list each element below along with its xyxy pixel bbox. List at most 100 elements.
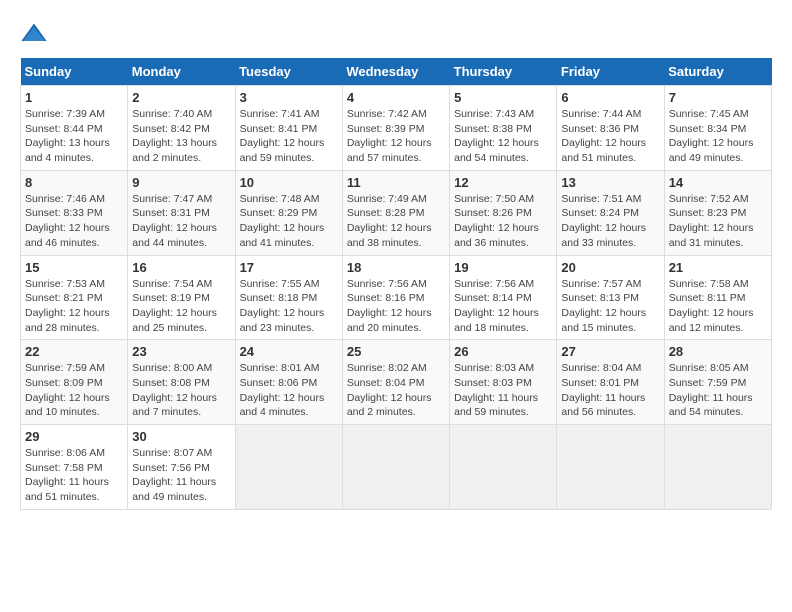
calendar-cell: 22 Sunrise: 7:59 AMSunset: 8:09 PMDaylig… — [21, 340, 128, 425]
calendar-cell: 8 Sunrise: 7:46 AMSunset: 8:33 PMDayligh… — [21, 170, 128, 255]
calendar-cell: 23 Sunrise: 8:00 AMSunset: 8:08 PMDaylig… — [128, 340, 235, 425]
day-number: 29 — [25, 429, 123, 444]
calendar-cell: 13 Sunrise: 7:51 AMSunset: 8:24 PMDaylig… — [557, 170, 664, 255]
calendar-cell: 7 Sunrise: 7:45 AMSunset: 8:34 PMDayligh… — [664, 86, 771, 171]
calendar-week-row: 15 Sunrise: 7:53 AMSunset: 8:21 PMDaylig… — [21, 255, 772, 340]
calendar-cell: 2 Sunrise: 7:40 AMSunset: 8:42 PMDayligh… — [128, 86, 235, 171]
day-info: Sunrise: 7:51 AMSunset: 8:24 PMDaylight:… — [561, 192, 659, 251]
day-number: 21 — [669, 260, 767, 275]
calendar-cell: 12 Sunrise: 7:50 AMSunset: 8:26 PMDaylig… — [450, 170, 557, 255]
day-info: Sunrise: 8:06 AMSunset: 7:58 PMDaylight:… — [25, 446, 123, 505]
day-info: Sunrise: 7:41 AMSunset: 8:41 PMDaylight:… — [240, 107, 338, 166]
calendar-cell: 29 Sunrise: 8:06 AMSunset: 7:58 PMDaylig… — [21, 425, 128, 510]
day-info: Sunrise: 7:58 AMSunset: 8:11 PMDaylight:… — [669, 277, 767, 336]
day-info: Sunrise: 7:44 AMSunset: 8:36 PMDaylight:… — [561, 107, 659, 166]
day-info: Sunrise: 8:03 AMSunset: 8:03 PMDaylight:… — [454, 361, 552, 420]
day-number: 4 — [347, 90, 445, 105]
day-info: Sunrise: 7:55 AMSunset: 8:18 PMDaylight:… — [240, 277, 338, 336]
calendar-cell: 16 Sunrise: 7:54 AMSunset: 8:19 PMDaylig… — [128, 255, 235, 340]
day-info: Sunrise: 7:53 AMSunset: 8:21 PMDaylight:… — [25, 277, 123, 336]
day-number: 13 — [561, 175, 659, 190]
day-info: Sunrise: 7:57 AMSunset: 8:13 PMDaylight:… — [561, 277, 659, 336]
day-info: Sunrise: 7:45 AMSunset: 8:34 PMDaylight:… — [669, 107, 767, 166]
day-number: 5 — [454, 90, 552, 105]
day-info: Sunrise: 7:46 AMSunset: 8:33 PMDaylight:… — [25, 192, 123, 251]
day-number: 25 — [347, 344, 445, 359]
calendar-cell: 24 Sunrise: 8:01 AMSunset: 8:06 PMDaylig… — [235, 340, 342, 425]
day-number: 9 — [132, 175, 230, 190]
calendar-cell — [557, 425, 664, 510]
day-number: 12 — [454, 175, 552, 190]
calendar-cell: 27 Sunrise: 8:04 AMSunset: 8:01 PMDaylig… — [557, 340, 664, 425]
day-number: 17 — [240, 260, 338, 275]
day-number: 1 — [25, 90, 123, 105]
day-header: Sunday — [21, 58, 128, 86]
calendar-cell: 21 Sunrise: 7:58 AMSunset: 8:11 PMDaylig… — [664, 255, 771, 340]
calendar-week-row: 29 Sunrise: 8:06 AMSunset: 7:58 PMDaylig… — [21, 425, 772, 510]
day-info: Sunrise: 7:54 AMSunset: 8:19 PMDaylight:… — [132, 277, 230, 336]
calendar-cell: 11 Sunrise: 7:49 AMSunset: 8:28 PMDaylig… — [342, 170, 449, 255]
calendar-table: SundayMondayTuesdayWednesdayThursdayFrid… — [20, 58, 772, 510]
day-number: 10 — [240, 175, 338, 190]
calendar-cell: 1 Sunrise: 7:39 AMSunset: 8:44 PMDayligh… — [21, 86, 128, 171]
calendar-cell: 28 Sunrise: 8:05 AMSunset: 7:59 PMDaylig… — [664, 340, 771, 425]
day-info: Sunrise: 7:56 AMSunset: 8:16 PMDaylight:… — [347, 277, 445, 336]
day-info: Sunrise: 8:05 AMSunset: 7:59 PMDaylight:… — [669, 361, 767, 420]
day-info: Sunrise: 7:40 AMSunset: 8:42 PMDaylight:… — [132, 107, 230, 166]
day-info: Sunrise: 7:56 AMSunset: 8:14 PMDaylight:… — [454, 277, 552, 336]
day-header: Tuesday — [235, 58, 342, 86]
day-number: 14 — [669, 175, 767, 190]
day-header: Saturday — [664, 58, 771, 86]
day-info: Sunrise: 7:47 AMSunset: 8:31 PMDaylight:… — [132, 192, 230, 251]
day-number: 8 — [25, 175, 123, 190]
day-info: Sunrise: 7:43 AMSunset: 8:38 PMDaylight:… — [454, 107, 552, 166]
calendar-week-row: 8 Sunrise: 7:46 AMSunset: 8:33 PMDayligh… — [21, 170, 772, 255]
calendar-cell — [450, 425, 557, 510]
calendar-cell: 25 Sunrise: 8:02 AMSunset: 8:04 PMDaylig… — [342, 340, 449, 425]
day-header: Thursday — [450, 58, 557, 86]
day-info: Sunrise: 8:00 AMSunset: 8:08 PMDaylight:… — [132, 361, 230, 420]
day-number: 22 — [25, 344, 123, 359]
day-info: Sunrise: 7:42 AMSunset: 8:39 PMDaylight:… — [347, 107, 445, 166]
day-info: Sunrise: 7:59 AMSunset: 8:09 PMDaylight:… — [25, 361, 123, 420]
calendar-cell — [664, 425, 771, 510]
calendar-cell: 20 Sunrise: 7:57 AMSunset: 8:13 PMDaylig… — [557, 255, 664, 340]
day-info: Sunrise: 8:04 AMSunset: 8:01 PMDaylight:… — [561, 361, 659, 420]
page-header — [20, 20, 772, 48]
day-number: 26 — [454, 344, 552, 359]
calendar-header-row: SundayMondayTuesdayWednesdayThursdayFrid… — [21, 58, 772, 86]
day-number: 7 — [669, 90, 767, 105]
day-number: 30 — [132, 429, 230, 444]
day-number: 15 — [25, 260, 123, 275]
calendar-cell: 6 Sunrise: 7:44 AMSunset: 8:36 PMDayligh… — [557, 86, 664, 171]
day-info: Sunrise: 7:48 AMSunset: 8:29 PMDaylight:… — [240, 192, 338, 251]
logo-icon — [20, 20, 48, 48]
day-info: Sunrise: 7:39 AMSunset: 8:44 PMDaylight:… — [25, 107, 123, 166]
calendar-cell: 19 Sunrise: 7:56 AMSunset: 8:14 PMDaylig… — [450, 255, 557, 340]
day-number: 27 — [561, 344, 659, 359]
calendar-cell: 14 Sunrise: 7:52 AMSunset: 8:23 PMDaylig… — [664, 170, 771, 255]
day-number: 24 — [240, 344, 338, 359]
calendar-cell — [342, 425, 449, 510]
day-info: Sunrise: 7:52 AMSunset: 8:23 PMDaylight:… — [669, 192, 767, 251]
day-number: 20 — [561, 260, 659, 275]
calendar-cell: 4 Sunrise: 7:42 AMSunset: 8:39 PMDayligh… — [342, 86, 449, 171]
calendar-cell: 9 Sunrise: 7:47 AMSunset: 8:31 PMDayligh… — [128, 170, 235, 255]
calendar-cell — [235, 425, 342, 510]
day-number: 18 — [347, 260, 445, 275]
calendar-cell: 5 Sunrise: 7:43 AMSunset: 8:38 PMDayligh… — [450, 86, 557, 171]
day-number: 19 — [454, 260, 552, 275]
calendar-week-row: 1 Sunrise: 7:39 AMSunset: 8:44 PMDayligh… — [21, 86, 772, 171]
calendar-cell: 3 Sunrise: 7:41 AMSunset: 8:41 PMDayligh… — [235, 86, 342, 171]
day-info: Sunrise: 8:02 AMSunset: 8:04 PMDaylight:… — [347, 361, 445, 420]
day-info: Sunrise: 7:50 AMSunset: 8:26 PMDaylight:… — [454, 192, 552, 251]
calendar-cell: 30 Sunrise: 8:07 AMSunset: 7:56 PMDaylig… — [128, 425, 235, 510]
day-number: 16 — [132, 260, 230, 275]
calendar-cell: 10 Sunrise: 7:48 AMSunset: 8:29 PMDaylig… — [235, 170, 342, 255]
day-number: 2 — [132, 90, 230, 105]
calendar-cell: 18 Sunrise: 7:56 AMSunset: 8:16 PMDaylig… — [342, 255, 449, 340]
calendar-cell: 15 Sunrise: 7:53 AMSunset: 8:21 PMDaylig… — [21, 255, 128, 340]
calendar-week-row: 22 Sunrise: 7:59 AMSunset: 8:09 PMDaylig… — [21, 340, 772, 425]
logo — [20, 20, 52, 48]
day-info: Sunrise: 8:01 AMSunset: 8:06 PMDaylight:… — [240, 361, 338, 420]
